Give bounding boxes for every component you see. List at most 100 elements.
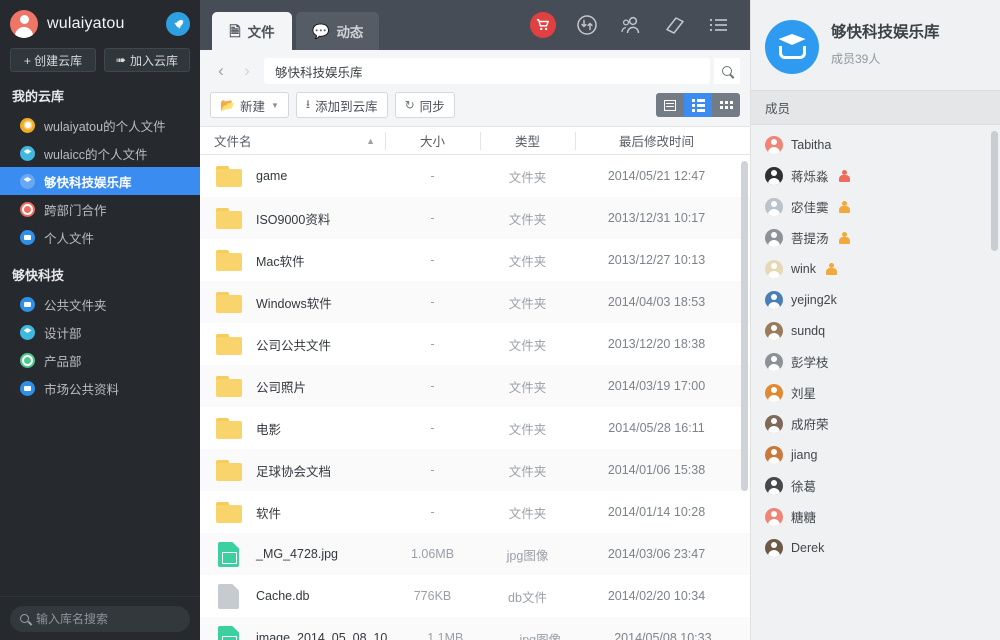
- sidebar-item-product-dept[interactable]: 产品部: [0, 346, 200, 374]
- table-row[interactable]: _MG_4728.jpg1.06MBjpg图像2014/03/06 23:47: [200, 533, 750, 575]
- add-to-library-button[interactable]: ⭳ 添加到云库: [296, 92, 388, 118]
- tab-activity[interactable]: 💬 动态: [296, 12, 379, 50]
- member-name: sundq: [791, 324, 825, 338]
- join-library-button[interactable]: ➠ 加入云库: [104, 48, 190, 72]
- view-list-button[interactable]: [684, 93, 712, 117]
- folder-icon: [214, 330, 244, 358]
- table-row[interactable]: 公司公共文件-文件夹2013/12/20 18:38: [200, 323, 750, 365]
- cell-type: 文件夹: [480, 503, 575, 522]
- member-list-item[interactable]: 刘星: [751, 377, 1000, 408]
- transfer-icon[interactable]: [574, 12, 600, 38]
- img-icon: [214, 624, 244, 640]
- table-row[interactable]: Mac软件-文件夹2013/12/27 10:13: [200, 239, 750, 281]
- member-name: jiang: [791, 448, 817, 462]
- table-row[interactable]: Windows软件-文件夹2014/04/03 18:53: [200, 281, 750, 323]
- rocket-icon[interactable]: [166, 12, 190, 36]
- table-row[interactable]: ISO9000资料-文件夹2013/12/31 10:17: [200, 197, 750, 239]
- member-list-item[interactable]: Derek: [751, 532, 1000, 563]
- member-list-item[interactable]: yejing2k: [751, 284, 1000, 315]
- avatar: [765, 198, 783, 216]
- table-row[interactable]: game-文件夹2014/05/21 12:47: [200, 155, 750, 197]
- comment-icon: 💬: [312, 24, 329, 38]
- cell-size: -: [385, 337, 480, 351]
- avatar: [765, 322, 783, 340]
- sidebar-item-public-folder[interactable]: 公共文件夹: [0, 290, 200, 318]
- file-list-scrollbar[interactable]: [741, 161, 748, 491]
- cart-icon[interactable]: [530, 12, 556, 38]
- sidebar-item-cross-department[interactable]: 跨部门合作: [0, 195, 200, 223]
- table-row[interactable]: image_2014_05_08_10...1.1MBjpg图像2014/05/…: [200, 617, 750, 640]
- cell-filename: Mac软件: [200, 246, 385, 274]
- cell-filename: Windows软件: [200, 288, 385, 316]
- contacts-icon[interactable]: [618, 12, 644, 38]
- stack-icon: [20, 174, 35, 189]
- column-header-modified[interactable]: 最后修改时间: [575, 127, 750, 155]
- file-name-text: ISO9000资料: [256, 209, 330, 228]
- tab-files[interactable]: 🗎 文件: [212, 12, 292, 50]
- library-search-input[interactable]: 输入库名搜索: [10, 606, 190, 632]
- ring-icon: [20, 353, 35, 368]
- member-list-item[interactable]: sundq: [751, 315, 1000, 346]
- member-list-item[interactable]: 成府荣: [751, 408, 1000, 439]
- cell-modified: 2014/05/21 12:47: [575, 169, 750, 183]
- member-list-item[interactable]: wink: [751, 253, 1000, 284]
- sidebar-item-design-dept[interactable]: 设计部: [0, 318, 200, 346]
- book-icon[interactable]: [662, 12, 688, 38]
- sidebar-item-market-public[interactable]: 市场公共资料: [0, 374, 200, 402]
- view-calendar-button[interactable]: [656, 93, 684, 117]
- avatar: [765, 353, 783, 371]
- sidebar-item-goukuai-entertainment[interactable]: 够快科技娱乐库: [0, 167, 200, 195]
- column-header-filename[interactable]: 文件名 ▲: [200, 127, 385, 155]
- cell-modified: 2013/12/31 10:17: [575, 211, 750, 225]
- member-name: 菩提汤: [791, 228, 829, 247]
- cell-size: -: [385, 421, 480, 435]
- member-list-item[interactable]: 蒋烁淼: [751, 160, 1000, 191]
- member-list-scrollbar[interactable]: [991, 131, 998, 251]
- member-list-item[interactable]: jiang: [751, 439, 1000, 470]
- cell-modified: 2014/02/20 10:34: [575, 589, 750, 603]
- create-library-button[interactable]: + 创建云库: [10, 48, 96, 72]
- table-row[interactable]: 电影-文件夹2014/05/28 16:11: [200, 407, 750, 449]
- ring-icon: [20, 202, 35, 217]
- column-header-size[interactable]: 大小: [385, 127, 480, 155]
- member-name: 宓佳霙: [791, 197, 829, 216]
- cell-modified: 2014/04/03 18:53: [575, 295, 750, 309]
- sidebar-item-wulaiyatou-personal[interactable]: wulaiyatou的个人文件: [0, 111, 200, 139]
- folder-icon: [214, 204, 244, 232]
- member-list-item[interactable]: 徐葛: [751, 470, 1000, 501]
- back-button[interactable]: ‹: [210, 60, 232, 82]
- cell-size: 1.06MB: [385, 547, 480, 561]
- member-list-item[interactable]: 糖糖: [751, 501, 1000, 532]
- user-row[interactable]: wulaiyatou: [0, 0, 200, 44]
- new-button[interactable]: 📂 新建 ▼: [210, 92, 289, 118]
- cell-type: db文件: [480, 587, 575, 606]
- table-row[interactable]: 软件-文件夹2014/01/14 10:28: [200, 491, 750, 533]
- library-logo-icon: [765, 20, 819, 74]
- member-list-item[interactable]: 宓佳霙: [751, 191, 1000, 222]
- members-section-header: 成员: [751, 90, 1000, 125]
- table-row[interactable]: 足球协会文档-文件夹2014/01/06 15:38: [200, 449, 750, 491]
- path-input[interactable]: 够快科技娱乐库: [264, 58, 710, 84]
- cell-filename: Cache.db: [200, 582, 385, 610]
- table-row[interactable]: Cache.db776KBdb文件2014/02/20 10:34: [200, 575, 750, 617]
- member-list-item[interactable]: Tabitha: [751, 129, 1000, 160]
- username: wulaiyatou: [47, 15, 125, 33]
- member-list-item[interactable]: 菩提汤: [751, 222, 1000, 253]
- file-search-button[interactable]: [714, 58, 740, 84]
- column-header-type[interactable]: 类型: [480, 127, 575, 155]
- file-name-text: Windows软件: [256, 293, 332, 312]
- file-name-text: 电影: [256, 419, 281, 438]
- cell-modified: 2014/03/19 17:00: [575, 379, 750, 393]
- sync-button[interactable]: ↻ 同步: [395, 92, 455, 118]
- forward-button[interactable]: ›: [236, 60, 258, 82]
- cell-modified: 2014/05/28 16:11: [575, 421, 750, 435]
- sidebar-item-wulaicc-personal[interactable]: wulaicc的个人文件: [0, 139, 200, 167]
- view-grid-button[interactable]: [712, 93, 740, 117]
- menu-icon[interactable]: [706, 12, 732, 38]
- member-list-item[interactable]: 彭学枝: [751, 346, 1000, 377]
- sidebar-item-personal-files[interactable]: 个人文件: [0, 223, 200, 251]
- table-row[interactable]: 公司照片-文件夹2014/03/19 17:00: [200, 365, 750, 407]
- column-label: 文件名: [214, 131, 252, 150]
- cell-modified: 2014/05/08 10:33: [588, 631, 750, 640]
- tab-activity-label: 动态: [336, 21, 363, 41]
